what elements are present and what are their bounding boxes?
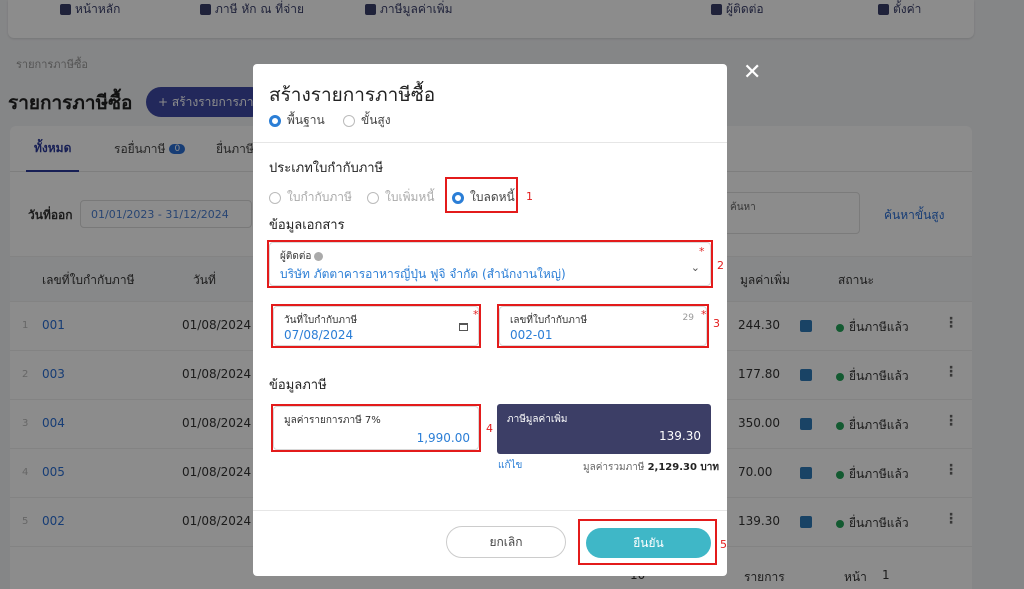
doc-info-title: ข้อมูลเอกสาร — [269, 218, 345, 233]
mode-advanced-radio[interactable]: ขั้นสูง — [343, 111, 391, 130]
mode-basic-radio[interactable]: พื้นฐาน — [269, 111, 325, 130]
close-icon[interactable]: ✕ — [743, 62, 761, 84]
radio-selected-icon — [269, 114, 281, 127]
doc-type-title: ประเภทใบกำกับภาษี — [269, 161, 384, 176]
doc-type-tax-invoice-radio[interactable]: ใบกำกับภาษี — [269, 188, 352, 207]
radio-icon — [269, 191, 281, 204]
divider — [253, 510, 727, 511]
highlight-box-5 — [578, 519, 717, 565]
radio-icon — [367, 191, 379, 204]
annotation-number-3: 3 — [713, 317, 720, 330]
modal-title: สร้างรายการภาษีซื้อ — [269, 84, 436, 106]
tax-info-title: ข้อมูลภาษี — [269, 378, 327, 393]
annotation-number-2: 2 — [717, 259, 724, 272]
create-purchase-tax-modal: สร้างรายการภาษีซื้อ พื้นฐาน ขั้นสูง ประเ… — [253, 64, 727, 576]
radio-icon — [343, 114, 355, 127]
divider — [253, 142, 727, 143]
total-with-tax: มูลค่ารวมภาษี 2,129.30 บาท — [583, 462, 719, 473]
highlight-box-4 — [271, 404, 481, 452]
vat-amount-box: ภาษีมูลค่าเพิ่ม 139.30 — [497, 404, 711, 454]
highlight-box-1 — [445, 177, 518, 213]
doc-type-debit-note-radio[interactable]: ใบเพิ่มหนี้ — [367, 188, 435, 207]
annotation-number-4: 4 — [486, 422, 493, 435]
annotation-number-5: 5 — [720, 538, 727, 551]
cancel-button[interactable]: ยกเลิก — [446, 526, 566, 558]
highlight-box-2 — [267, 240, 713, 288]
edit-vat-link[interactable]: แก้ไข — [498, 458, 522, 473]
annotation-number-1: 1 — [526, 190, 533, 203]
highlight-box-3a — [271, 304, 481, 348]
highlight-box-3b — [497, 304, 709, 348]
